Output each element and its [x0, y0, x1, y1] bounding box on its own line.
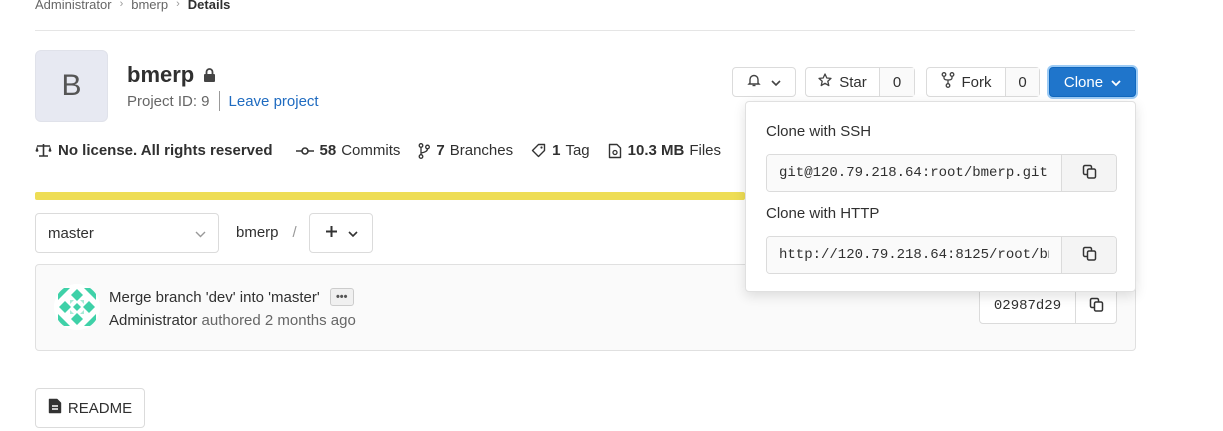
commits-label: Commits: [341, 142, 401, 159]
commit-icon: [295, 146, 314, 156]
star-label: Star: [839, 73, 867, 91]
branch-name: master: [48, 224, 94, 242]
fork-icon: [941, 72, 955, 92]
clone-http-group: [766, 236, 1117, 274]
clone-ssh-label: Clone with SSH: [766, 123, 872, 140]
project-meta: Project ID: 9 Leave project: [127, 91, 319, 111]
copy-icon: [1082, 246, 1097, 264]
chevron-down-icon: [347, 225, 358, 241]
branch-icon: [418, 142, 431, 159]
commits-stat[interactable]: 58 Commits: [295, 142, 401, 159]
copy-icon: [1082, 164, 1097, 182]
fork-label: Fork: [961, 73, 992, 91]
commit-author-name[interactable]: Administrator: [109, 312, 197, 329]
copy-http-url-button[interactable]: [1061, 237, 1116, 273]
tags-label: Tag: [565, 142, 590, 159]
breadcrumb: Administrator › bmerp › Details: [35, 0, 230, 13]
breadcrumb-chevron-icon: ›: [119, 0, 124, 10]
scale-icon: [35, 143, 52, 158]
meta-divider: [218, 91, 220, 111]
fork-button-group: Fork 0: [926, 67, 1040, 97]
branches-label: Branches: [449, 142, 514, 159]
path-separator: /: [292, 224, 297, 241]
breadcrumb-chevron-icon: ›: [176, 0, 180, 10]
breadcrumb-item-details: Details: [187, 0, 231, 12]
repo-path: bmerp /: [236, 224, 297, 241]
commit-author-avatar[interactable]: [54, 284, 100, 330]
clone-http-input[interactable]: [767, 237, 1061, 273]
star-count[interactable]: 0: [879, 68, 914, 96]
leave-project-link[interactable]: Leave project: [229, 93, 319, 110]
project-name: bmerp: [127, 62, 195, 87]
toggle-commit-description-button[interactable]: •••: [329, 288, 354, 306]
branches-stat[interactable]: 7 Branches: [418, 142, 513, 159]
fork-button[interactable]: Fork: [927, 68, 1005, 96]
project-avatar-letter: B: [61, 69, 82, 102]
star-icon: [818, 73, 832, 91]
branch-selector[interactable]: master: [35, 213, 219, 253]
chevron-down-icon: [771, 74, 781, 91]
commit-title-row: Merge branch 'dev' into 'master' •••: [109, 288, 354, 306]
clone-http-label: Clone with HTTP: [766, 205, 880, 222]
notification-dropdown-button[interactable]: [732, 67, 796, 97]
copy-sha-button[interactable]: [1076, 288, 1116, 323]
commit-sha[interactable]: 02987d29: [980, 288, 1076, 323]
star-button-group: Star 0: [805, 67, 915, 97]
project-id: Project ID: 9: [127, 92, 210, 110]
commit-authored-time: authored 2 months ago: [197, 312, 356, 329]
header-divider: [35, 30, 1135, 31]
clone-button[interactable]: Clone: [1049, 67, 1136, 97]
commit-title[interactable]: Merge branch 'dev' into 'master': [109, 289, 320, 306]
files-label: Files: [689, 142, 722, 159]
star-button[interactable]: Star: [806, 68, 879, 96]
copy-icon: [1089, 297, 1104, 315]
clone-ssh-group: [766, 154, 1117, 192]
tags-stat[interactable]: 1 Tag: [531, 142, 590, 159]
tags-count: 1: [552, 142, 561, 159]
fork-count[interactable]: 0: [1005, 68, 1039, 96]
license-stat[interactable]: No license. All rights reserved: [35, 142, 278, 159]
commits-count: 58: [319, 142, 337, 159]
repository-language-bar: [35, 192, 745, 200]
tag-icon: [531, 143, 546, 158]
license-text: No license. All rights reserved: [58, 142, 273, 159]
chevron-down-icon: [195, 225, 206, 242]
project-avatar: B: [35, 50, 108, 122]
commit-sha-group: 02987d29: [979, 287, 1117, 324]
path-root[interactable]: bmerp: [236, 224, 279, 241]
branches-count: 7: [436, 142, 445, 159]
clone-ssh-input[interactable]: [767, 155, 1061, 191]
files-size: 10.3 MB: [627, 142, 685, 159]
commit-author-line: Administrator authored 2 months ago: [109, 312, 356, 329]
copy-ssh-url-button[interactable]: [1061, 155, 1116, 191]
notification-bell-icon: [747, 73, 761, 91]
add-file-dropdown-button[interactable]: [309, 213, 373, 253]
project-title: bmerp: [127, 62, 216, 88]
file-icon: [608, 143, 622, 159]
plus-icon: [325, 225, 338, 241]
readme-button[interactable]: README: [35, 388, 145, 428]
readme-label: README: [67, 399, 133, 417]
breadcrumb-item-administrator[interactable]: Administrator: [35, 0, 112, 12]
project-stats: No license. All rights reserved 58 Commi…: [35, 142, 739, 159]
lock-icon: [203, 62, 216, 88]
breadcrumb-item-bmerp[interactable]: bmerp: [131, 0, 168, 12]
clone-label: Clone: [1063, 73, 1104, 91]
clone-dropdown-menu: Clone with SSH Clone with HTTP: [745, 101, 1136, 292]
files-stat[interactable]: 10.3 MB Files: [608, 142, 721, 159]
chevron-down-icon: [1111, 74, 1121, 91]
doc-icon: [48, 398, 62, 418]
